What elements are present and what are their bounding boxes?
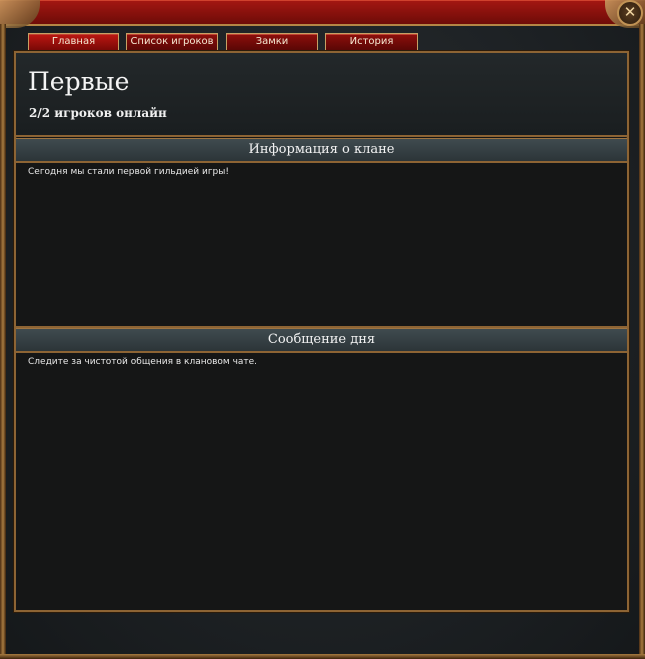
clan-header: Первые 2/2 игроков онлайн bbox=[16, 53, 627, 137]
tab-castles[interactable]: Замки bbox=[226, 33, 318, 50]
title-bar[interactable] bbox=[0, 0, 645, 26]
tab-player-list[interactable]: Список игроков bbox=[126, 33, 218, 50]
close-button[interactable]: ✕ bbox=[617, 0, 643, 26]
tab-history[interactable]: История bbox=[325, 33, 418, 50]
frame-edge-bottom bbox=[0, 654, 645, 659]
clan-window: ✕ Главная Список игроков Замки История П… bbox=[0, 0, 645, 659]
tab-main[interactable]: Главная bbox=[28, 33, 119, 50]
clan-info-header: Информация о клане bbox=[16, 138, 627, 163]
main-panel: Первые 2/2 игроков онлайн Информация о к… bbox=[14, 51, 629, 612]
close-icon: ✕ bbox=[623, 3, 637, 21]
motd-text: Следите за чистотой общения в клановом ч… bbox=[28, 357, 258, 367]
frame-edge-right bbox=[639, 24, 645, 659]
motd-header: Сообщение дня bbox=[16, 328, 627, 353]
motd-body: Следите за чистотой общения в клановом ч… bbox=[16, 353, 627, 610]
online-count: 2/2 игроков онлайн bbox=[29, 106, 167, 120]
frame-edge-left bbox=[0, 24, 6, 659]
clan-info-body: Сегодня мы стали первой гильдией игры! bbox=[16, 163, 627, 328]
clan-info-text: Сегодня мы стали первой гильдией игры! bbox=[28, 167, 229, 177]
clan-name: Первые bbox=[28, 67, 130, 96]
